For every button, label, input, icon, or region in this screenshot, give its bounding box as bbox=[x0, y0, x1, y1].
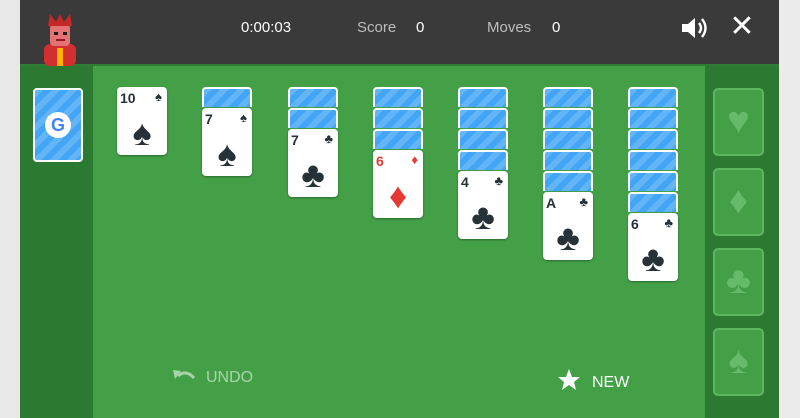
face-down-card bbox=[458, 87, 508, 107]
club-icon: ♣ bbox=[471, 196, 495, 237]
undo-label: UNDO bbox=[206, 369, 254, 386]
club-icon: ♣ bbox=[579, 194, 588, 209]
timer: 0:00:03 bbox=[241, 19, 292, 36]
spade-icon: ♠ bbox=[132, 112, 152, 153]
face-down-card bbox=[628, 129, 678, 149]
face-up-card[interactable]: 6 ♦ ♦ bbox=[373, 150, 423, 218]
background-right-strip bbox=[779, 0, 800, 418]
new-game-button[interactable]: NEW bbox=[556, 368, 629, 392]
face-down-card bbox=[543, 108, 593, 128]
sound-toggle-icon[interactable] bbox=[680, 16, 708, 40]
club-icon: ♣ bbox=[726, 260, 751, 302]
face-down-card bbox=[628, 108, 678, 128]
face-down-card bbox=[543, 129, 593, 149]
face-down-card bbox=[543, 150, 593, 170]
spade-icon: ♠ bbox=[217, 133, 237, 174]
face-up-card[interactable]: 7 ♠ ♠ bbox=[202, 108, 252, 176]
face-up-card[interactable]: 6 ♣ ♣ bbox=[628, 213, 678, 281]
background-left-strip bbox=[0, 0, 20, 418]
club-icon: ♣ bbox=[641, 238, 665, 279]
face-up-card[interactable]: 4 ♣ ♣ bbox=[458, 171, 508, 239]
game-header: 0:00:03 Score 0 Moves 0 bbox=[20, 0, 779, 64]
face-down-card bbox=[373, 108, 423, 128]
club-icon: ♣ bbox=[324, 131, 333, 146]
google-logo-icon: G bbox=[45, 112, 71, 138]
face-down-card bbox=[458, 150, 508, 170]
spade-icon: ♠ bbox=[240, 110, 247, 125]
moves-value: 0 bbox=[552, 19, 561, 36]
undo-arrow-icon bbox=[173, 370, 196, 380]
face-down-card bbox=[543, 171, 593, 191]
spade-icon: ♠ bbox=[728, 340, 749, 382]
stock-pile[interactable]: G bbox=[33, 88, 83, 162]
face-down-card bbox=[543, 87, 593, 107]
face-down-card bbox=[458, 129, 508, 149]
face-down-card bbox=[373, 129, 423, 149]
star-icon bbox=[558, 369, 580, 390]
face-down-card bbox=[458, 108, 508, 128]
club-icon: ♣ bbox=[301, 154, 325, 195]
diamond-icon: ♦ bbox=[388, 175, 408, 216]
face-up-card[interactable]: 7 ♣ ♣ bbox=[288, 129, 338, 197]
score-value: 0 bbox=[416, 19, 425, 36]
foundation-heart-slot[interactable]: ♥ bbox=[713, 88, 764, 156]
diamond-icon: ♦ bbox=[728, 180, 749, 222]
face-down-card bbox=[288, 87, 338, 107]
face-down-card bbox=[288, 108, 338, 128]
close-icon[interactable]: ✕ bbox=[728, 12, 756, 42]
diamond-icon: ♦ bbox=[411, 152, 418, 167]
club-icon: ♣ bbox=[664, 215, 673, 230]
club-icon: ♣ bbox=[494, 173, 503, 188]
face-down-card bbox=[202, 87, 252, 107]
face-down-card bbox=[628, 87, 678, 107]
face-down-card bbox=[628, 171, 678, 191]
face-down-card bbox=[628, 192, 678, 212]
face-up-card[interactable]: 10 ♠ ♠ bbox=[117, 87, 167, 155]
moves-label: Moves bbox=[487, 19, 532, 36]
club-icon: ♣ bbox=[556, 217, 580, 258]
foundation-club-slot[interactable]: ♣ bbox=[713, 248, 764, 316]
heart-icon: ♥ bbox=[727, 100, 750, 142]
new-label: NEW bbox=[592, 374, 630, 391]
face-down-card bbox=[373, 87, 423, 107]
undo-button[interactable]: UNDO bbox=[172, 368, 253, 387]
king-avatar-icon bbox=[44, 14, 76, 66]
score-label: Score bbox=[357, 19, 397, 36]
face-up-card[interactable]: A ♣ ♣ bbox=[543, 192, 593, 260]
spade-icon: ♠ bbox=[155, 89, 162, 104]
foundation-spade-slot[interactable]: ♠ bbox=[713, 328, 764, 396]
face-down-card bbox=[628, 150, 678, 170]
foundation-diamond-slot[interactable]: ♦ bbox=[713, 168, 764, 236]
